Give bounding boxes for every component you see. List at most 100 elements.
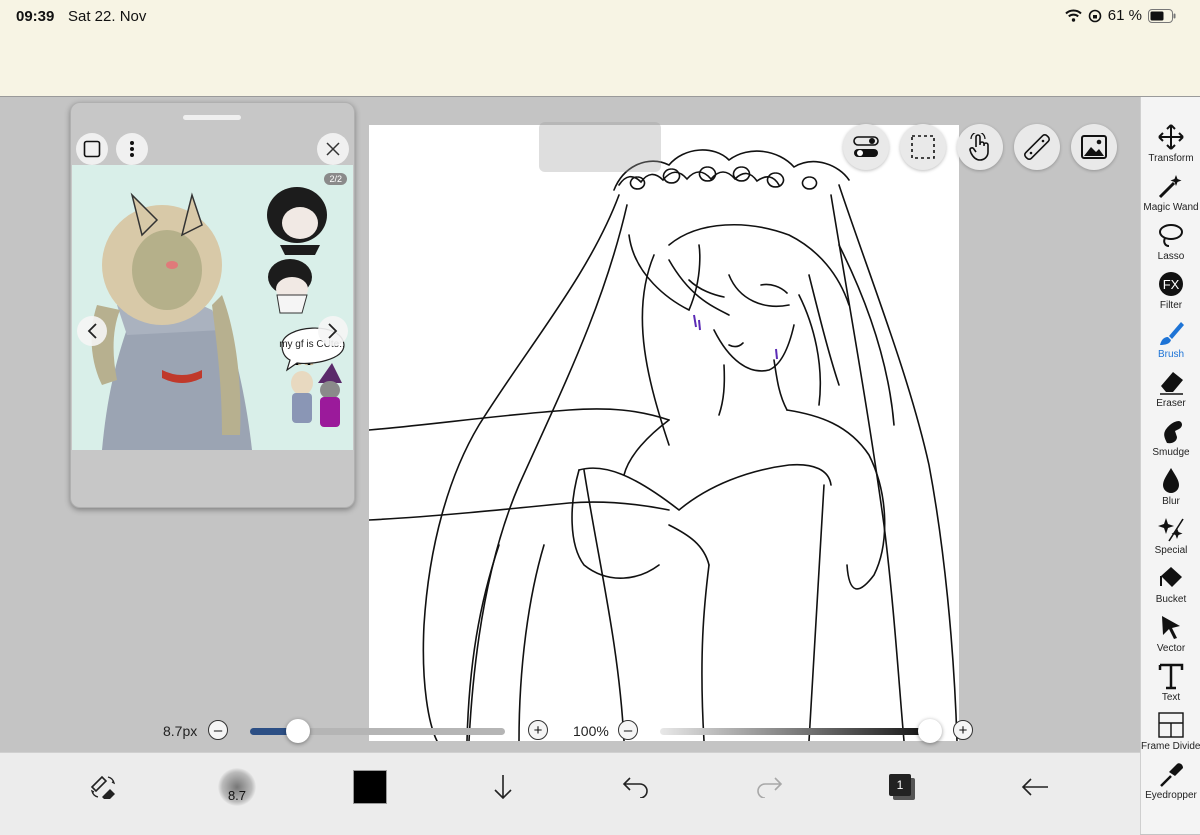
status-date: Sat 22. Nov	[68, 8, 147, 25]
reference-window[interactable]: my gf is CUte:: 2/2	[70, 102, 355, 508]
tool-magic-wand[interactable]: Magic Wand	[1141, 170, 1200, 218]
tool-label: Lasso	[1157, 251, 1185, 262]
chevron-left-icon	[87, 323, 97, 339]
ruler-icon	[1024, 134, 1050, 160]
layer-count: 1	[889, 774, 911, 796]
opacity-increase-button[interactable]: +	[953, 720, 973, 740]
status-indicators: 61 %	[1065, 7, 1176, 24]
eraser-icon	[1160, 372, 1183, 395]
title-band	[0, 34, 1200, 97]
arrow-left-icon	[1021, 778, 1048, 796]
tool-label: Magic Wand	[1143, 202, 1199, 213]
tool-label: Filter	[1159, 300, 1183, 311]
touch-hand-icon	[969, 133, 989, 161]
opacity-decrease-button[interactable]: –	[618, 720, 638, 740]
tool-label: Eraser	[1156, 398, 1186, 409]
tool-lasso[interactable]: Lasso	[1141, 219, 1200, 267]
tool-special[interactable]: Special	[1141, 513, 1200, 561]
tool-label: Eyedropper	[1145, 790, 1197, 801]
opacity-thumb[interactable]	[918, 719, 942, 743]
bottom-toolbar: 8.7 1	[0, 752, 1140, 835]
arrow-down-icon	[494, 775, 512, 800]
tool-label: Brush	[1157, 349, 1185, 360]
eyedropper-icon	[1160, 763, 1183, 787]
tool-label: Text	[1161, 692, 1181, 703]
selection-button[interactable]	[900, 124, 946, 170]
tool-vector[interactable]: Vector	[1141, 611, 1200, 659]
close-icon	[326, 142, 340, 156]
reference-artwork: my gf is CUte::	[91, 187, 345, 450]
cursor-arrow-icon	[1162, 616, 1180, 639]
drawing-canvas[interactable]	[369, 125, 959, 741]
brush-size-increase-button[interactable]: +	[528, 720, 548, 740]
tool-label: Smudge	[1152, 447, 1190, 458]
reference-frame-button[interactable]	[76, 133, 108, 165]
magic-wand-icon	[1158, 175, 1182, 199]
brush-size-thumb[interactable]	[286, 719, 311, 743]
chevron-right-icon	[328, 323, 338, 339]
fx-icon: FX	[1159, 272, 1183, 296]
redo-button[interactable]	[747, 765, 791, 809]
brush-settings-bar: 8.7px – + 100% – +	[0, 714, 1140, 748]
toggle-switch-icon	[853, 136, 879, 157]
brush-preview: 8.7	[218, 768, 256, 806]
reference-menu-button[interactable]	[116, 133, 148, 165]
text-t-icon	[1158, 663, 1184, 690]
brush-preview-size: 8.7	[227, 788, 247, 803]
brush-icon	[1160, 322, 1184, 345]
brush-eraser-switch-button[interactable]	[81, 765, 125, 809]
color-picker-button[interactable]	[348, 765, 392, 809]
reference-page-counter: 2/2	[324, 173, 347, 185]
brush-size-decrease-button[interactable]: –	[208, 720, 228, 740]
tool-bucket[interactable]: Bucket	[1141, 562, 1200, 610]
import-button[interactable]	[481, 765, 525, 809]
droplet-icon	[1163, 468, 1179, 493]
move-arrows-icon	[1158, 124, 1184, 150]
undo-button[interactable]	[614, 765, 658, 809]
frame-divider-icon	[1158, 712, 1184, 738]
image-material-button[interactable]	[1071, 124, 1117, 170]
touch-gesture-button[interactable]	[957, 124, 1003, 170]
opacity-label: 100%	[573, 723, 609, 739]
reference-close-button[interactable]	[317, 133, 349, 165]
hidden-tooltip	[539, 122, 661, 172]
tool-frame-divider[interactable]: Frame Divider	[1141, 709, 1200, 757]
reference-prev-button[interactable]	[77, 316, 107, 346]
tool-brush[interactable]: Brush	[1141, 317, 1200, 365]
tool-text[interactable]: Text	[1141, 660, 1200, 708]
tool-label: Special	[1154, 545, 1188, 556]
tool-filter[interactable]: FX Filter	[1141, 268, 1200, 316]
tool-eraser[interactable]: Eraser	[1141, 366, 1200, 414]
status-time: 09:39	[16, 8, 55, 25]
battery-percent: 61 %	[1107, 7, 1142, 24]
tool-label: Blur	[1162, 496, 1180, 507]
toggle-settings-button[interactable]	[843, 124, 889, 170]
reference-image: my gf is CUte:: 2/2	[72, 165, 353, 450]
brush-eraser-swap-icon	[90, 775, 116, 799]
tool-blur[interactable]: Blur	[1141, 464, 1200, 512]
tool-label: Bucket	[1155, 594, 1187, 605]
more-vertical-icon	[130, 141, 134, 157]
layers-button[interactable]: 1	[880, 765, 924, 809]
opacity-slider[interactable]	[660, 728, 930, 735]
tool-smudge[interactable]: Smudge	[1141, 415, 1200, 463]
current-color-swatch	[353, 770, 387, 804]
orientation-lock-icon	[1088, 9, 1102, 22]
status-bar: 09:39 Sat 22. Nov 61 %	[0, 0, 1200, 34]
tool-sidebar: Transform Magic Wand Lasso FX Filter Brush Era…	[1140, 97, 1200, 834]
sparkle-icon	[1158, 518, 1184, 542]
tool-transform[interactable]: Transform	[1141, 121, 1200, 169]
ruler-button[interactable]	[1014, 124, 1060, 170]
bucket-icon	[1160, 567, 1182, 587]
back-button[interactable]	[1013, 765, 1057, 809]
tool-eyedropper[interactable]: Eyedropper	[1141, 758, 1200, 806]
reference-next-button[interactable]	[318, 316, 348, 346]
layers-stack-icon: 1	[887, 772, 917, 802]
undo-icon	[622, 777, 648, 798]
brush-preview-button[interactable]: 8.7	[215, 765, 259, 809]
drag-handle[interactable]	[183, 115, 241, 120]
battery-icon	[1148, 8, 1176, 23]
image-icon	[1081, 135, 1107, 159]
smudge-finger-icon	[1164, 421, 1182, 444]
svg-text:FX: FX	[1163, 277, 1180, 292]
